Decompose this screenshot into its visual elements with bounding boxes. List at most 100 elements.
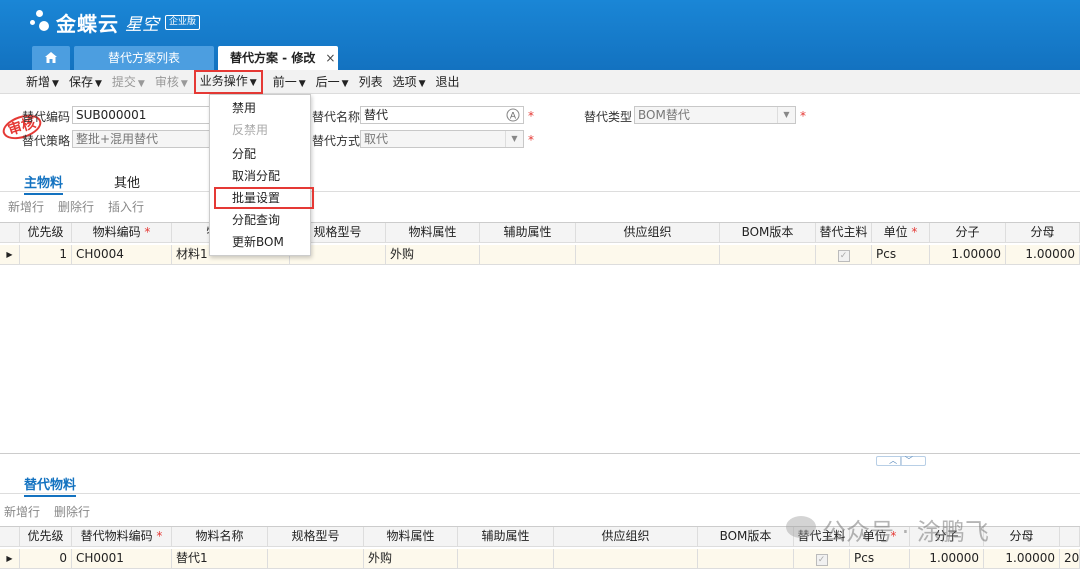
edition-badge: 企业版 xyxy=(165,14,201,30)
chevron-down-icon[interactable]: ▼ xyxy=(777,107,795,123)
options-button[interactable]: 选项 ▼ xyxy=(393,73,426,90)
table-row[interactable]: ▶ 0 CH0001 替代1 外购 ✓ Pcs 1.00000 1.00000 … xyxy=(0,549,1080,569)
col-bom-version[interactable]: BOM版本 xyxy=(720,223,816,243)
menu-item-allocate[interactable]: 分配 xyxy=(232,145,256,162)
business-ops-button[interactable]: 业务操作 ▼ xyxy=(193,69,263,94)
menu-item-update-bom[interactable]: 更新BOM xyxy=(232,233,284,250)
row-pointer-icon: ▶ xyxy=(0,549,20,569)
chevron-down-icon[interactable]: ▼ xyxy=(505,131,523,147)
col-supply-org[interactable]: 供应组织 xyxy=(576,223,720,243)
new-button[interactable]: 新增 ▼ xyxy=(26,73,59,90)
insert-row-button[interactable]: 插入行 xyxy=(108,200,144,214)
tab-other[interactable]: 其他 xyxy=(114,172,140,191)
menu-item-disable[interactable]: 禁用 xyxy=(232,99,256,116)
chevron-down-icon: ▼ xyxy=(418,79,426,89)
close-icon[interactable]: × xyxy=(325,51,335,65)
add-row-button[interactable]: 新增行 xyxy=(8,200,44,214)
checkbox-checked-icon: ✓ xyxy=(815,554,828,566)
col-aux-attr[interactable]: 辅助属性 xyxy=(458,527,554,547)
add-row-button[interactable]: 新增行 xyxy=(4,505,40,519)
method-select[interactable]: 取代 ▼ xyxy=(360,130,524,148)
cell-material-name[interactable]: 替代1 xyxy=(172,549,268,569)
name-value: 替代 xyxy=(364,108,389,122)
substitute-tabs: 替代物料 xyxy=(0,474,1080,497)
delete-row-button[interactable]: 删除行 xyxy=(58,200,94,214)
submit-button[interactable]: 提交 ▼ xyxy=(112,73,145,90)
method-value: 取代 xyxy=(364,132,389,146)
next-button[interactable]: 后一 ▼ xyxy=(316,73,349,90)
list-button[interactable]: 列表 xyxy=(359,73,383,90)
main-row-tools: 新增行 删除行 插入行 xyxy=(8,198,158,215)
watermark: 公众号 · 涂鹏飞 xyxy=(822,518,989,546)
col-spec[interactable]: 规格型号 xyxy=(268,527,364,547)
col-bom-version[interactable]: BOM版本 xyxy=(698,527,794,547)
cell-bom-version[interactable] xyxy=(698,549,794,569)
col-main-substitute[interactable]: 替代主料 xyxy=(816,223,872,243)
cell-denominator[interactable]: 1.00000 xyxy=(984,549,1060,569)
cell-material-attr[interactable]: 外购 xyxy=(364,549,458,569)
required-mark: * xyxy=(528,133,534,147)
menu-item-enable[interactable]: 反禁用 xyxy=(232,121,268,138)
cell-substitute-code[interactable]: CH0001 xyxy=(72,549,172,569)
cell-priority[interactable]: 0 xyxy=(20,549,72,569)
required-mark: * xyxy=(800,109,806,123)
cell-main-substitute[interactable]: ✓ xyxy=(794,549,850,569)
cell-supply-org[interactable] xyxy=(554,549,698,569)
tab-substitute-material[interactable]: 替代物料 xyxy=(24,474,77,497)
menu-item-allocation-query[interactable]: 分配查询 xyxy=(232,211,280,228)
cell-numerator[interactable]: 1.00000 xyxy=(910,549,984,569)
method-label: 替代方式 xyxy=(312,134,361,148)
type-label: 替代类型 xyxy=(584,110,633,124)
wechat-icon xyxy=(786,516,816,538)
multilang-icon[interactable]: A xyxy=(506,108,520,122)
main-grid-body xyxy=(0,244,1080,454)
col-material-code[interactable]: 物料编码 * xyxy=(72,223,172,243)
menu-item-cancel-allocate[interactable]: 取消分配 xyxy=(232,167,280,184)
chevron-down-icon: ▼ xyxy=(180,79,188,89)
col-material-attr[interactable]: 物料属性 xyxy=(364,527,458,547)
col-supply-org[interactable]: 供应组织 xyxy=(554,527,698,547)
name-label: 替代名称 xyxy=(312,110,361,124)
cell-spec[interactable] xyxy=(268,549,364,569)
col-material-name[interactable]: 物料名称 xyxy=(172,527,268,547)
app-logo: 金蝶云 星空 企业版 xyxy=(30,6,201,38)
tab-substitute-list[interactable]: 替代方案列表 xyxy=(74,46,214,70)
product-name: 星空 xyxy=(125,14,159,35)
tab-substitute-edit[interactable]: 替代方案 - 修改 × xyxy=(218,46,338,70)
menu-item-batch-settings[interactable]: 批量设置 xyxy=(214,187,314,209)
collapse-toggle-icon[interactable]: ︿ | ﹀ xyxy=(876,456,926,466)
chevron-down-icon: ▼ xyxy=(341,79,349,89)
delete-row-button[interactable]: 删除行 xyxy=(54,505,90,519)
chevron-down-icon: ▼ xyxy=(94,79,102,89)
col-priority[interactable]: 优先级 xyxy=(20,527,72,547)
col-denominator[interactable]: 分母 xyxy=(1006,223,1080,243)
chevron-down-icon: ▼ xyxy=(137,79,145,89)
main-material-grid: 优先级 物料编码 * 物料名称 规格型号 物料属性 辅助属性 供应组织 BOM版… xyxy=(0,222,1080,265)
chevron-down-icon: ▼ xyxy=(52,79,59,89)
business-ops-menu: 禁用 反禁用 分配 取消分配 批量设置 分配查询 更新BOM xyxy=(209,94,314,256)
tab-main-material[interactable]: 主物料 xyxy=(24,172,64,195)
doc-tabs: 替代方案列表 替代方案 - 修改 × xyxy=(32,46,342,70)
col-denominator[interactable]: 分母 xyxy=(984,527,1060,547)
save-button[interactable]: 保存 ▼ xyxy=(69,73,102,90)
col-aux-attr[interactable]: 辅助属性 xyxy=(480,223,576,243)
col-priority[interactable]: 优先级 xyxy=(20,223,72,243)
audit-button[interactable]: 审核 ▼ xyxy=(155,73,188,90)
col-numerator[interactable]: 分子 xyxy=(930,223,1006,243)
tab-home[interactable] xyxy=(32,46,70,70)
cell-aux-attr[interactable] xyxy=(458,549,554,569)
col-unit[interactable]: 单位 * xyxy=(872,223,930,243)
exit-button[interactable]: 退出 xyxy=(436,73,460,90)
toolbar: 新增 ▼ 保存 ▼ 提交 ▼ 审核 ▼ 业务操作 ▼ 前一 ▼ 后一 ▼ 列表 选项 ▼ 退出 xyxy=(0,69,1080,94)
cell-unit[interactable]: Pcs xyxy=(850,549,910,569)
required-mark: * xyxy=(528,109,534,123)
col-substitute-code[interactable]: 替代物料编码 * xyxy=(72,527,172,547)
code-field[interactable]: SUB000001 xyxy=(72,106,212,124)
col-material-attr[interactable]: 物料属性 xyxy=(386,223,480,243)
strategy-select[interactable]: 整批+混用替代 xyxy=(72,130,212,148)
name-field[interactable]: 替代 A xyxy=(360,106,524,124)
cell-overflow[interactable]: 202 xyxy=(1060,549,1080,569)
type-select[interactable]: BOM替代 ▼ xyxy=(634,106,796,124)
code-label: 替代编码 xyxy=(22,110,71,124)
prev-button[interactable]: 前一 ▼ xyxy=(273,73,306,90)
